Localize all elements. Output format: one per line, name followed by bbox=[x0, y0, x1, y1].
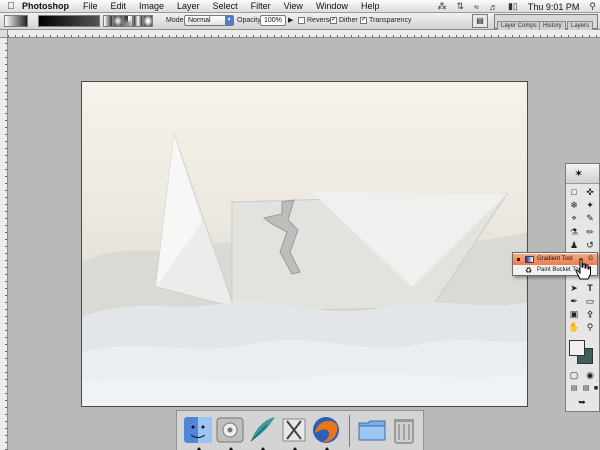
pen-tool-icon[interactable]: ✒ bbox=[567, 295, 581, 307]
hand-tool-icon[interactable]: ✋ bbox=[567, 321, 581, 333]
gradient-type-linear[interactable] bbox=[103, 15, 113, 27]
tools-palette-header[interactable]: ✶ bbox=[566, 164, 599, 184]
dock bbox=[176, 410, 424, 450]
menu-help[interactable]: Help bbox=[361, 1, 380, 11]
folder-icon[interactable] bbox=[357, 415, 387, 445]
selected-bullet-icon bbox=[517, 258, 520, 261]
screen-mode-full-black-icon[interactable]: ■ bbox=[589, 383, 600, 395]
wifi-icon[interactable]: ≈ bbox=[474, 2, 479, 12]
notes-tool-icon[interactable]: ▣ bbox=[567, 308, 581, 320]
adobe-online-icon[interactable]: ✶ bbox=[574, 167, 583, 180]
spotlight-icon[interactable]: ⚲ bbox=[589, 1, 596, 12]
slice-tool-icon[interactable]: ✎ bbox=[583, 212, 597, 224]
eyedropper-tool-icon[interactable]: ⚴ bbox=[583, 308, 597, 320]
lasso-tool-icon[interactable]: ❄ bbox=[567, 199, 581, 211]
gradient-picker[interactable] bbox=[38, 15, 100, 27]
standard-mode-icon[interactable]: ▢ bbox=[567, 369, 581, 381]
firefox-icon[interactable] bbox=[311, 415, 341, 450]
menu-select[interactable]: Select bbox=[213, 1, 238, 11]
battery-icon[interactable]: ▮▯ bbox=[508, 1, 518, 12]
transparency-checkbox[interactable]: ✓ bbox=[360, 17, 367, 24]
zoom-tool-icon[interactable]: ⚲ bbox=[583, 321, 597, 333]
dither-checkbox[interactable]: ✓ bbox=[330, 17, 337, 24]
menu-filter[interactable]: Filter bbox=[251, 1, 271, 11]
opacity-slider-arrow-icon[interactable]: ▶ bbox=[288, 16, 293, 24]
sync-icon[interactable]: ⇅ bbox=[456, 1, 464, 12]
apple-menu-icon[interactable]:  bbox=[0, 1, 22, 12]
gradient-icon bbox=[525, 256, 534, 263]
volume-icon[interactable]: ♬ bbox=[489, 2, 498, 12]
tab-layer-comps[interactable]: Layer Comps bbox=[497, 21, 541, 30]
crop-tool-icon[interactable]: ⌖ bbox=[567, 212, 581, 224]
menu-image[interactable]: Image bbox=[139, 1, 164, 11]
healing-brush-tool-icon[interactable]: ⚗ bbox=[567, 226, 581, 238]
menu-edit[interactable]: Edit bbox=[111, 1, 127, 11]
marquee-tool-icon[interactable]: □ bbox=[567, 186, 581, 198]
opacity-label: Opacity: bbox=[237, 17, 263, 24]
finder-icon[interactable] bbox=[183, 415, 213, 450]
menu-app-name[interactable]: Photoshop bbox=[22, 1, 69, 11]
flyout-item-label: Gradient Tool bbox=[537, 256, 573, 262]
tab-layers[interactable]: Layers bbox=[567, 21, 594, 30]
move-tool-icon[interactable]: ✜ bbox=[583, 186, 597, 198]
magic-wand-tool-icon[interactable]: ✦ bbox=[583, 199, 597, 211]
gradient-type-radial[interactable] bbox=[113, 15, 123, 27]
type-tool-icon[interactable]: T bbox=[583, 282, 597, 294]
horizontal-ruler[interactable] bbox=[8, 30, 600, 38]
dither-label: Dither bbox=[339, 17, 358, 24]
mode-value: Normal bbox=[188, 17, 211, 24]
paper-boat-artwork bbox=[82, 133, 527, 406]
bluetooth-icon[interactable]: ⁂ bbox=[437, 1, 446, 12]
tab-history[interactable]: History bbox=[539, 21, 566, 30]
gradient-type-reflected[interactable] bbox=[133, 15, 143, 27]
file-browser-icon[interactable]: ▤ bbox=[472, 14, 488, 28]
dock-separator bbox=[349, 415, 350, 447]
opacity-field[interactable]: 100% bbox=[260, 15, 286, 26]
chevron-down-icon: ▼ bbox=[225, 16, 233, 25]
reverse-checkbox[interactable] bbox=[298, 17, 305, 24]
system-preferences-icon[interactable] bbox=[215, 415, 245, 450]
ruler-origin[interactable] bbox=[0, 30, 8, 38]
mail-icon[interactable] bbox=[247, 415, 277, 450]
trash-icon[interactable] bbox=[389, 415, 419, 445]
menu-view[interactable]: View bbox=[284, 1, 303, 11]
quick-mask-mode-icon[interactable]: ◉ bbox=[583, 369, 597, 381]
vertical-ruler[interactable] bbox=[0, 38, 8, 450]
menubar:  Photoshop File Edit Image Layer Select… bbox=[0, 0, 600, 13]
history-brush-tool-icon[interactable]: ↺ bbox=[583, 239, 597, 251]
menu-file[interactable]: File bbox=[83, 1, 98, 11]
gradient-type-angle[interactable] bbox=[123, 15, 133, 27]
transparency-label: Transparency bbox=[369, 17, 412, 24]
preview-icon[interactable] bbox=[279, 415, 309, 450]
stamp-tool-icon[interactable]: ♟ bbox=[567, 239, 581, 251]
menubar-clock[interactable]: Thu 9:01 PM bbox=[528, 2, 580, 12]
brush-tool-icon[interactable]: ✏ bbox=[583, 226, 597, 238]
mode-select[interactable]: Normal ▼ bbox=[184, 15, 234, 26]
hand-cursor-icon bbox=[575, 258, 591, 280]
jump-to-imageready-icon[interactable]: ➥ bbox=[575, 396, 589, 408]
foreground-color-swatch[interactable] bbox=[569, 340, 585, 356]
paint-bucket-icon: ♻ bbox=[525, 266, 533, 275]
gradient-type-diamond[interactable] bbox=[143, 15, 153, 27]
shape-tool-icon[interactable]: ▭ bbox=[583, 295, 597, 307]
document-canvas[interactable] bbox=[81, 81, 528, 407]
path-selection-tool-icon[interactable]: ➤ bbox=[567, 282, 581, 294]
menu-window[interactable]: Window bbox=[316, 1, 348, 11]
mode-label: Mode: bbox=[166, 17, 186, 24]
tool-preset-picker[interactable] bbox=[4, 15, 28, 27]
opacity-value: 100% bbox=[264, 17, 282, 24]
menu-layer[interactable]: Layer bbox=[177, 1, 200, 11]
